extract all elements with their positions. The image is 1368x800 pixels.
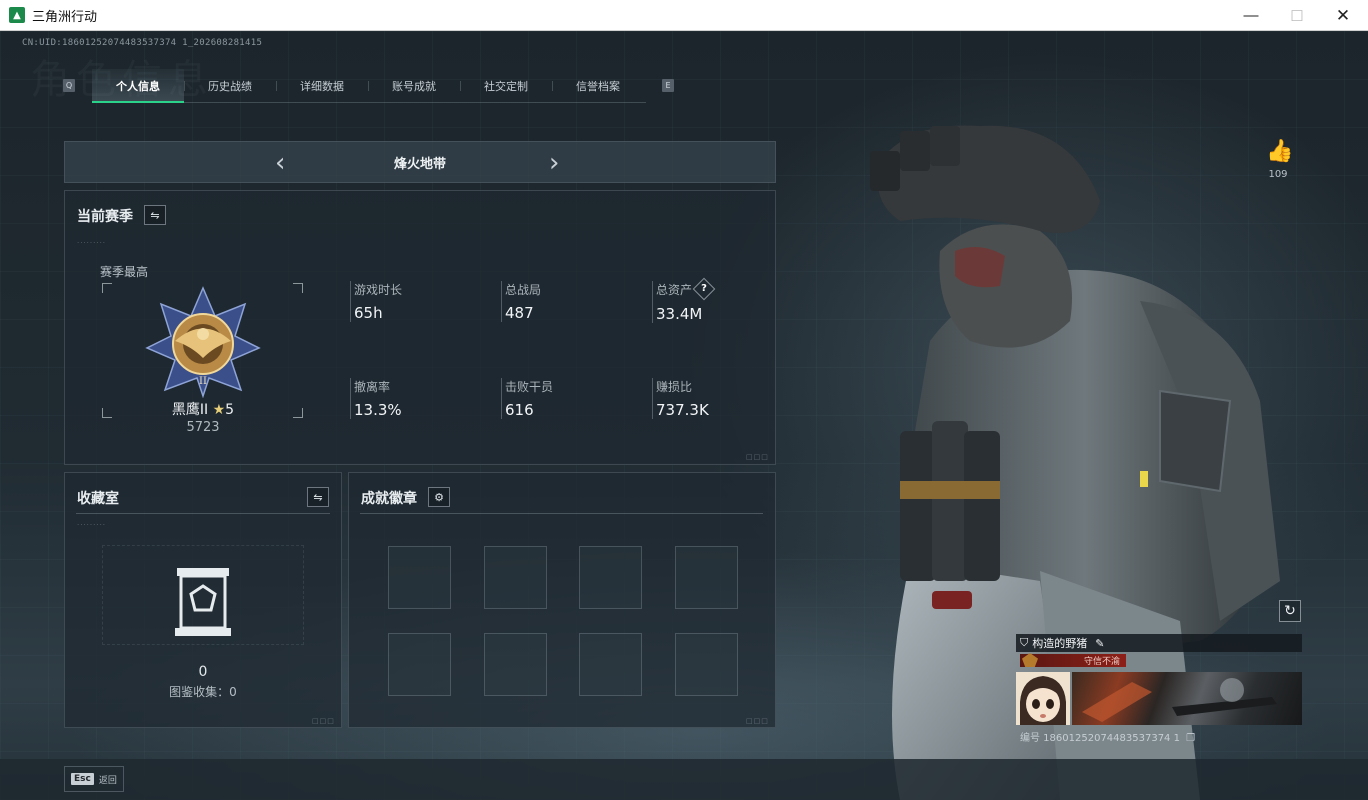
tab-next-key[interactable]: E (662, 79, 674, 92)
stat-profit-loss-ratio: 赚损比 737.3K (652, 378, 709, 419)
esc-key: Esc (71, 773, 94, 785)
season-switch-icon[interactable]: ⇋ (144, 205, 166, 225)
mode-prev-button[interactable]: ‹ (275, 148, 285, 178)
decor-dots: □□□ (746, 453, 769, 461)
stat-label: 撤离率 (354, 380, 391, 394)
back-button[interactable]: Esc 返回 (64, 766, 124, 792)
mode-title: 烽火地带 (393, 156, 446, 172)
stat-value: 487 (505, 304, 534, 322)
shield-icon: ⛉ (1020, 636, 1029, 649)
achievements-settings-icon[interactable]: ⚙ (428, 487, 450, 507)
back-label: 返回 (98, 775, 117, 786)
stat-value: 616 (505, 401, 534, 419)
player-id-text: 编号 18601252074483537374 1 (1020, 733, 1180, 744)
stat-total-assets: 总资产? 33.4M (652, 277, 716, 323)
like-count: 109 (1268, 169, 1288, 180)
badge-slot[interactable] (675, 633, 738, 696)
mode-selector: ‹ 烽火地带 › (64, 141, 776, 183)
player-name: 构造的野猪 (1032, 637, 1088, 650)
tab-account-achievements[interactable]: 账号成就 (368, 69, 460, 102)
badge-slot[interactable] (388, 546, 451, 609)
card-banner (1072, 672, 1302, 725)
stat-label: 总资产? (656, 277, 716, 300)
stat-label: 总战局 (505, 283, 542, 297)
close-button[interactable]: ✕ (1320, 0, 1366, 31)
stat-label: 击败干员 (505, 380, 554, 394)
rank-badge-icon: II (145, 286, 261, 398)
collection-count: 0 (198, 664, 208, 680)
maximize-button[interactable]: ☐ (1274, 0, 1320, 31)
rank-name: 黑鹰II ★5 (140, 399, 266, 419)
tab-detailed-data[interactable]: 详细数据 (276, 69, 368, 102)
card-tag-text: 守信不渝 (1083, 657, 1120, 667)
minimize-button[interactable]: — (1228, 0, 1274, 31)
badge-slot[interactable] (484, 546, 547, 609)
thumbs-up-icon[interactable]: 👍 (1266, 139, 1293, 164)
season-best-label: 赛季最高 (100, 265, 149, 279)
display-case-icon[interactable] (173, 566, 233, 638)
stat-label: 游戏时长 (354, 283, 403, 297)
frame-corner-tr (293, 283, 303, 293)
svg-text:II: II (199, 376, 207, 387)
rank-points: 5723 (186, 420, 220, 435)
rank-star-icon: ★ (212, 402, 226, 418)
stat-operators-defeated: 击败干员 616 (501, 378, 553, 419)
game-viewport: 角色信息 CN:UID:18601252074483537374 1_20260… (0, 31, 1368, 800)
collection-switch-icon[interactable]: ⇋ (307, 487, 329, 507)
divider (360, 513, 763, 514)
decor-dots: □□□ (312, 717, 335, 725)
frame-corner-tl (102, 283, 112, 293)
edit-icon[interactable]: ✎ (1095, 637, 1104, 650)
window-title: 三角洲行动 (32, 8, 98, 24)
tab-prev-key[interactable]: Q (63, 79, 75, 92)
bottom-bar (0, 759, 1368, 800)
badge-slot[interactable] (579, 546, 642, 609)
stat-value: 65h (354, 304, 383, 322)
tab-credit-record[interactable]: 信誉档案 (552, 69, 644, 102)
frame-corner-br (293, 408, 303, 418)
badge-slot[interactable] (579, 633, 642, 696)
card-header: ⛉ 构造的野猪 ✎ (1016, 634, 1302, 652)
frame-corner-bl (102, 408, 112, 418)
stat-total-matches: 总战局 487 (501, 281, 541, 322)
rank-stars: 5 (225, 402, 235, 418)
badge-slot[interactable] (388, 633, 451, 696)
stat-value: 737.3K (656, 401, 709, 419)
tab-social-customization[interactable]: 社交定制 (460, 69, 552, 102)
avatar (1016, 672, 1070, 725)
player-id: 编号 18601252074483537374 1 ❐ (1020, 729, 1195, 744)
badge-slot[interactable] (484, 633, 547, 696)
window-titlebar: ▲ 三角洲行动 — ☐ ✕ (0, 0, 1368, 31)
app-logo-icon: ▲ (9, 7, 25, 23)
decor-dots: □□□ (746, 717, 769, 725)
collection-subtitle: 图鉴收集：0 (169, 685, 237, 699)
stat-extraction-rate: 撤离率 13.3% (350, 378, 402, 419)
player-card[interactable]: ⛉ 构造的野猪 ✎ 守信不渝 (1016, 634, 1302, 725)
refresh-icon[interactable]: ↻ (1279, 600, 1301, 622)
stat-label-text: 总资产 (656, 283, 693, 297)
stat-label: 赚损比 (656, 380, 693, 394)
mode-next-button[interactable]: › (549, 148, 559, 178)
season-title: 当前赛季 (77, 209, 133, 225)
tab-personal-info[interactable]: 个人信息 (92, 69, 184, 103)
stat-value: 13.3% (354, 401, 402, 419)
rank-name-text: 黑鹰II (171, 402, 209, 418)
achievements-title: 成就徽章 (361, 491, 417, 507)
badge-slot[interactable] (675, 546, 738, 609)
tab-match-history[interactable]: 历史战绩 (184, 69, 276, 102)
stat-play-time: 游戏时长 65h (350, 281, 402, 322)
divider (76, 513, 330, 514)
decor-dots: ......... (77, 237, 107, 245)
card-title-tag: 守信不渝 (1020, 653, 1126, 667)
medal-icon (1022, 653, 1038, 667)
uid-line: CN:UID:18601252074483537374 1_2026082814… (22, 38, 263, 48)
profile-tabs: 个人信息 历史战绩 详细数据 账号成就 社交定制 信誉档案 (92, 69, 646, 103)
help-icon-glyph: ? (701, 282, 707, 294)
collection-title: 收藏室 (77, 491, 119, 507)
help-icon[interactable]: ? (692, 277, 716, 300)
decor-dots: ......... (77, 519, 107, 527)
stat-value: 33.4M (656, 304, 703, 323)
copy-icon[interactable]: ❐ (1186, 733, 1195, 744)
